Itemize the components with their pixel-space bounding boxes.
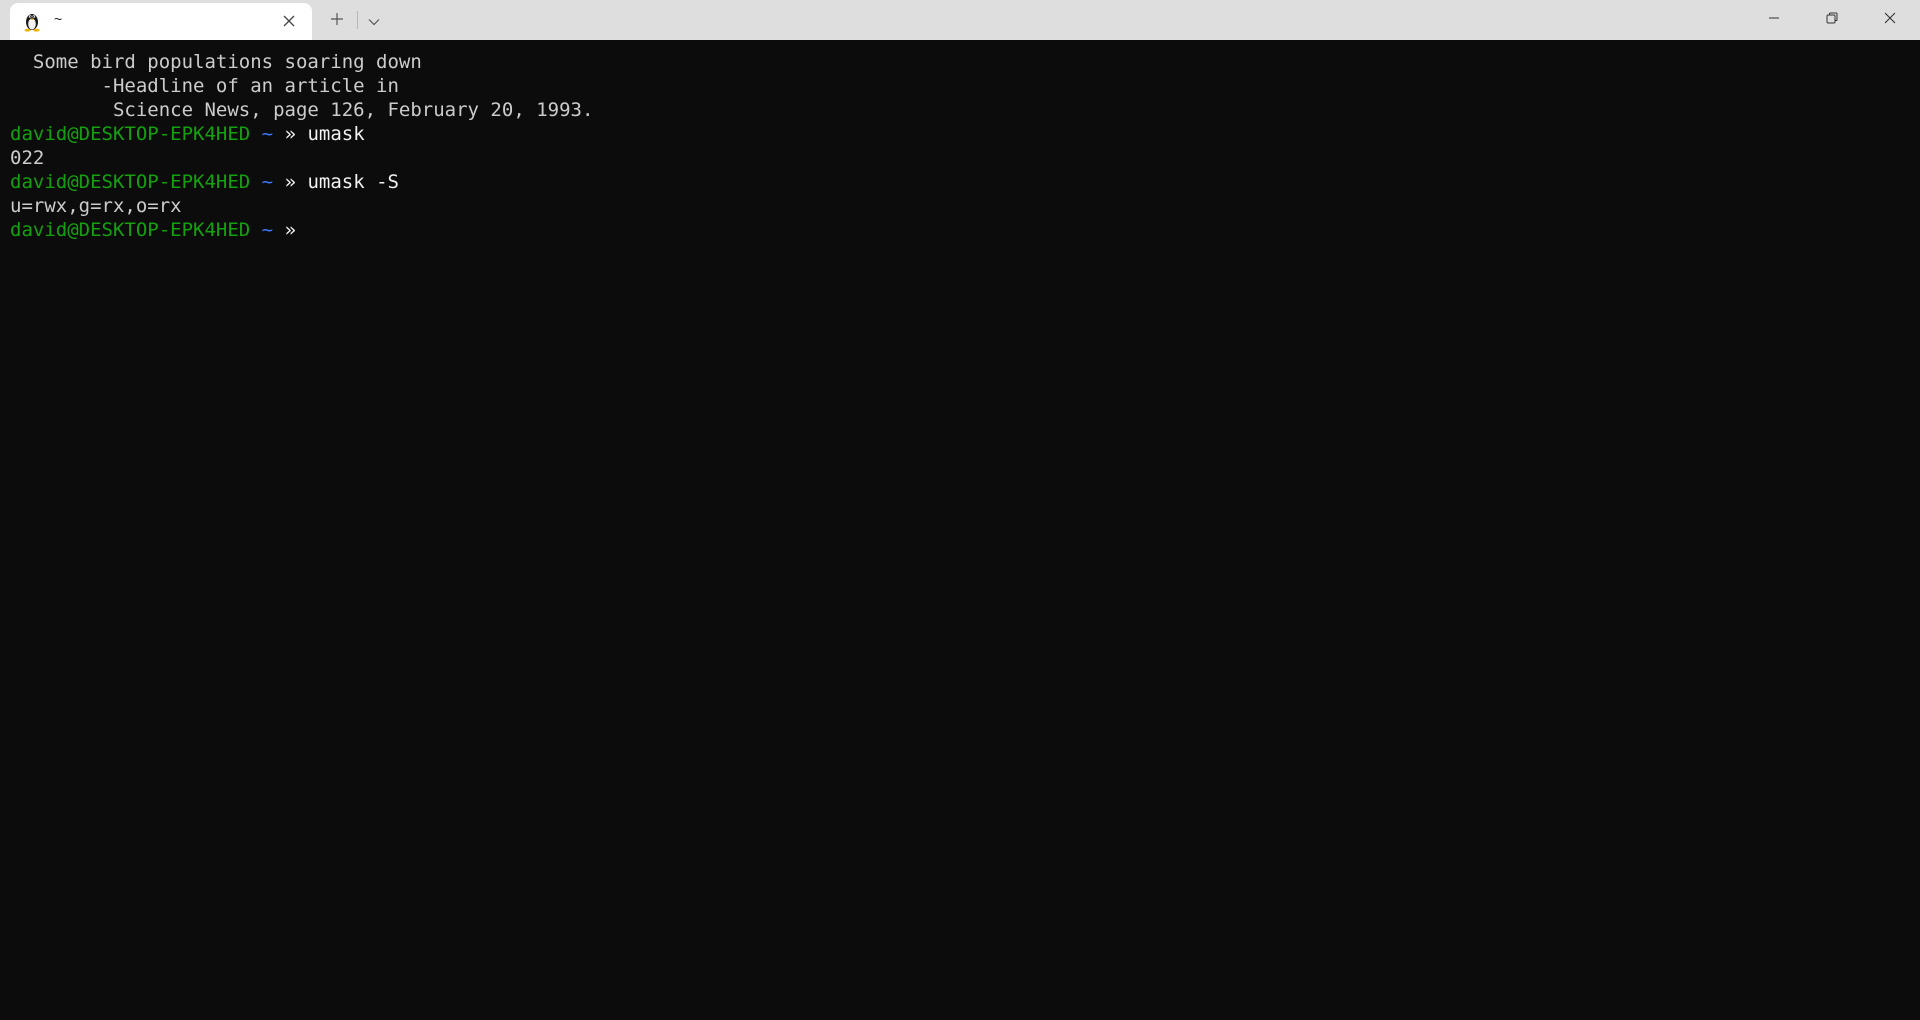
fortune-line: Some bird populations soaring down — [10, 51, 422, 73]
close-button[interactable] — [1861, 0, 1919, 36]
prompt-cwd: ~ — [261, 171, 274, 193]
fortune-line: Science News, page 126, February 20, 199… — [10, 99, 594, 121]
prompt-symbol: » — [284, 219, 297, 241]
command-output: u=rwx,g=rx,o=rx — [10, 195, 182, 217]
restore-icon — [1826, 9, 1838, 28]
minimize-icon — [1768, 9, 1780, 28]
profile-dropdown-button[interactable] — [360, 6, 388, 34]
tab-close-icon[interactable] — [280, 12, 298, 30]
prompt-cwd: ~ — [261, 219, 274, 241]
terminal-window: ~ Some bird populations soaring down -He… — [0, 0, 1920, 1020]
close-icon — [1884, 9, 1896, 28]
prompt-cwd: ~ — [261, 123, 274, 145]
active-prompt-line[interactable]: david@DESKTOP-EPK4HED ~ » — [10, 218, 1920, 242]
prompt-line: david@DESKTOP-EPK4HED ~ » umask -S — [10, 170, 1920, 194]
prompt-user-host: david@DESKTOP-EPK4HED — [10, 171, 251, 193]
tab-separator — [357, 11, 358, 29]
command-text: umask — [307, 123, 365, 145]
tab-title: ~ — [54, 11, 63, 27]
restore-button[interactable] — [1803, 0, 1861, 36]
prompt-user-host: david@DESKTOP-EPK4HED — [10, 219, 251, 241]
fortune-line: -Headline of an article in — [10, 75, 399, 97]
command-output: 022 — [10, 147, 45, 169]
prompt-symbol: » — [284, 171, 297, 193]
plus-icon — [330, 11, 344, 30]
command-text: umask -S — [307, 171, 399, 193]
linux-penguin-icon — [22, 10, 42, 32]
prompt-user-host: david@DESKTOP-EPK4HED — [10, 123, 251, 145]
prompt-line: david@DESKTOP-EPK4HED ~ » umask — [10, 122, 1920, 146]
minimize-button[interactable] — [1745, 0, 1803, 36]
new-tab-button[interactable] — [322, 6, 352, 34]
title-bar[interactable]: ~ — [0, 0, 1920, 40]
terminal-output[interactable]: Some bird populations soaring down -Head… — [0, 40, 1920, 1020]
tab-home[interactable]: ~ — [10, 3, 312, 40]
chevron-down-icon — [368, 11, 380, 30]
prompt-symbol: » — [284, 123, 297, 145]
